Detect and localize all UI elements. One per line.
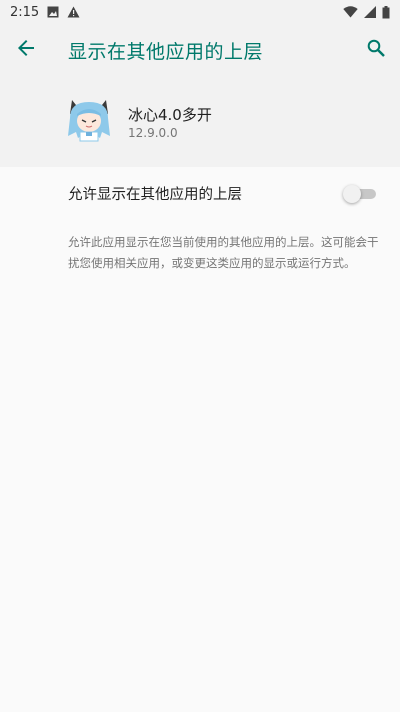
warning-icon bbox=[67, 6, 80, 18]
setting-label: 允许显示在其他应用的上层 bbox=[68, 187, 242, 203]
overlay-permission-toggle[interactable] bbox=[343, 183, 377, 203]
toggle-thumb bbox=[343, 185, 361, 203]
page-title: 显示在其他应用的上层 bbox=[68, 40, 264, 63]
app-version: 12.9.0.0 bbox=[128, 126, 178, 140]
overlay-permission-row[interactable]: 允许显示在其他应用的上层 bbox=[0, 167, 400, 219]
anime-character-icon bbox=[66, 96, 112, 142]
permission-description: 允许此应用显示在您当前使用的其他应用的上层。这可能会干扰您使用相关应用，或变更这… bbox=[68, 235, 379, 270]
back-button[interactable] bbox=[0, 24, 52, 76]
signal-icon bbox=[364, 6, 376, 18]
arrow-back-icon bbox=[17, 39, 35, 61]
app-bar: 显示在其他应用的上层 bbox=[0, 24, 400, 76]
battery-icon bbox=[382, 5, 390, 19]
search-icon bbox=[367, 39, 385, 61]
wifi-icon bbox=[343, 6, 358, 18]
status-time: 2:15 bbox=[10, 4, 40, 20]
app-name: 冰心4.0多开 bbox=[128, 106, 212, 124]
search-button[interactable] bbox=[352, 24, 400, 76]
status-bar: 2:15 bbox=[0, 0, 400, 24]
app-header: 冰心4.0多开 12.9.0.0 bbox=[0, 76, 400, 167]
image-icon bbox=[47, 6, 59, 18]
